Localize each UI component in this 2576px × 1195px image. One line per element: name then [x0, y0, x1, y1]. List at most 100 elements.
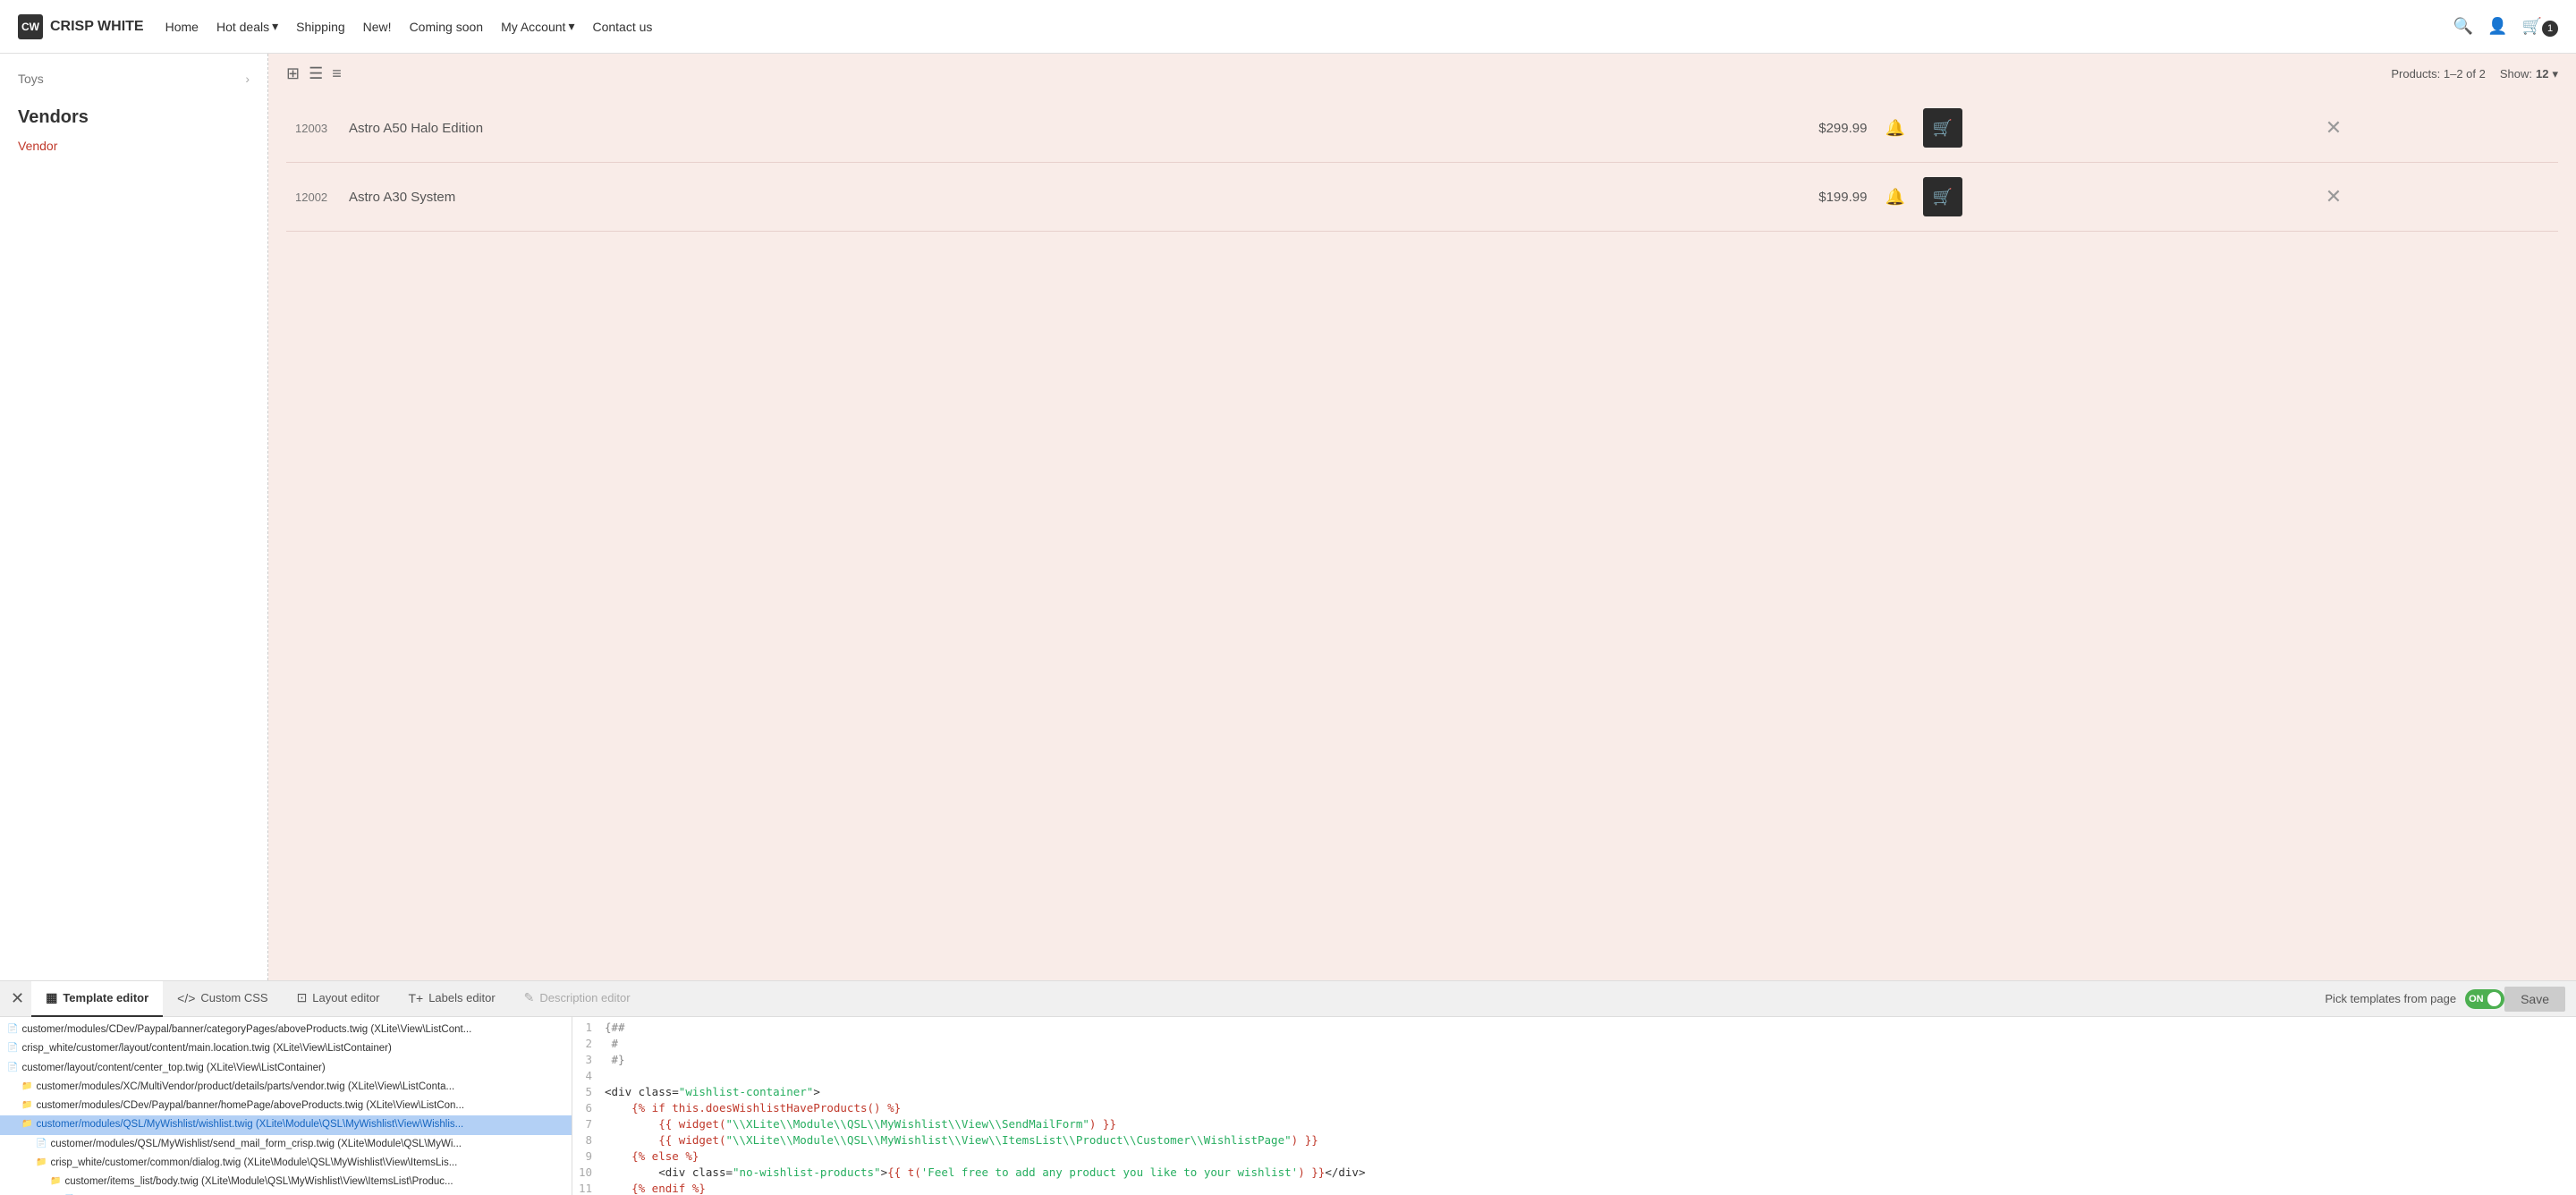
code-area: 1{##2 #3 #}45<div class="wishlist-contai…: [572, 1017, 2576, 1195]
pick-templates-area: Pick templates from page ON: [2325, 989, 2504, 1009]
nav-new[interactable]: New!: [363, 20, 392, 34]
line-number: 9: [572, 1149, 601, 1165]
tree-item[interactable]: 📄crisp_white/customer/layout/content/mai…: [0, 1039, 572, 1058]
code-line: 9 {% else %}: [572, 1149, 2576, 1165]
nav-hotdeals[interactable]: Hot deals ▾: [216, 19, 278, 34]
toggle-on-label: ON: [2469, 994, 2484, 1004]
tab-description-editor[interactable]: ✎ Description editor: [510, 981, 645, 1017]
nav-coming-soon[interactable]: Coming soon: [410, 20, 484, 34]
nav-icons: 🔍 👤 🛒1: [2453, 17, 2558, 37]
remove-product-button[interactable]: ✕: [2326, 185, 2342, 208]
remove-product-button[interactable]: ✕: [2326, 116, 2342, 140]
code-line: 3 #}: [572, 1053, 2576, 1069]
tree-item[interactable]: 📁crisp_white/customer/common/dialog.twig…: [0, 1154, 572, 1173]
product-cart-cell: 🛒: [1914, 163, 2317, 232]
tab-template-editor[interactable]: ▦ Template editor: [31, 981, 163, 1017]
product-price: $199.99: [1410, 163, 1877, 232]
tree-item[interactable]: 📄customer/modules/CDev/Paypal/banner/cat…: [0, 1021, 572, 1039]
logo-text: CRISP WHITE: [50, 19, 144, 35]
product-bell: 🔔: [1876, 163, 1913, 232]
product-row: 12002 Astro A30 System $199.99 🔔 🛒 ✕: [286, 163, 2558, 232]
list-view-button[interactable]: ☰: [309, 64, 323, 83]
tab-custom-css[interactable]: </> Custom CSS: [163, 981, 282, 1017]
product-price: $299.99: [1410, 94, 1877, 163]
product-remove-cell: ✕: [2317, 94, 2558, 163]
code-line: 6 {% if this.doesWishlistHaveProducts() …: [572, 1101, 2576, 1117]
save-button[interactable]: Save: [2504, 987, 2565, 1012]
menu-view-button[interactable]: ≡: [332, 64, 342, 83]
account-button[interactable]: 👤: [2487, 17, 2507, 36]
nav-contact-us[interactable]: Contact us: [592, 20, 652, 34]
nav-shipping[interactable]: Shipping: [296, 20, 345, 34]
line-content: {% if this.doesWishlistHaveProducts() %}: [601, 1101, 2576, 1117]
line-number: 1: [572, 1021, 601, 1037]
code-line: 8 {{ widget("\\XLite\\Module\\QSL\\MyWis…: [572, 1133, 2576, 1149]
toggle-knob: [2487, 992, 2502, 1006]
tree-item[interactable]: 📄customer/layout/content/center_top.twig…: [0, 1059, 572, 1078]
nav-home[interactable]: Home: [165, 20, 199, 34]
product-name: Astro A30 System: [340, 163, 1410, 232]
line-number: 7: [572, 1117, 601, 1133]
product-list-area: ⊞ ☰ ≡ Products: 1–2 of 2 Show: 12 ▾ 1200…: [268, 54, 2576, 980]
folder-icon: 📁: [50, 1174, 61, 1188]
add-to-cart-button[interactable]: 🛒: [1923, 108, 1962, 148]
tree-item[interactable]: 📄customer/pager/body.twig (XLite\View\Pa…: [0, 1191, 572, 1195]
file-icon: 📄: [7, 1041, 18, 1055]
cart-button[interactable]: 🛒1: [2522, 17, 2558, 37]
main-area: Toys › Vendors Vendor ⊞ ☰ ≡ Products: 1–…: [0, 54, 2576, 980]
product-id: 12002: [286, 163, 340, 232]
line-number: 10: [572, 1165, 601, 1182]
folder-icon: 📁: [21, 1080, 32, 1093]
add-to-cart-button[interactable]: 🛒: [1923, 177, 1962, 216]
product-name: Astro A50 Halo Edition: [340, 94, 1410, 163]
chevron-right-icon: ›: [245, 72, 250, 86]
top-nav: CW CRISP WHITE Home Hot deals ▾ Shipping…: [0, 0, 2576, 54]
tab-layout-editor[interactable]: ⊡ Layout editor: [283, 981, 394, 1017]
tree-item[interactable]: 📁customer/modules/CDev/Paypal/banner/hom…: [0, 1097, 572, 1115]
nav-links: Home Hot deals ▾ Shipping New! Coming so…: [165, 19, 2432, 34]
line-number: 4: [572, 1069, 601, 1085]
code-line: 10 <div class="no-wishlist-products">{{ …: [572, 1165, 2576, 1182]
line-content: <div class="no-wishlist-products">{{ t('…: [601, 1165, 2576, 1182]
folder-icon: 📁: [21, 1098, 32, 1112]
search-button[interactable]: 🔍: [2453, 17, 2473, 36]
logo-icon: CW: [18, 14, 43, 39]
folder-icon: 📁: [21, 1117, 32, 1131]
editor-tabs: ✕ ▦ Template editor </> Custom CSS ⊡ Lay…: [0, 981, 2576, 1017]
line-number: 2: [572, 1037, 601, 1053]
sidebar-vendor-link[interactable]: Vendor: [18, 139, 57, 153]
product-cart-cell: 🛒: [1914, 94, 2317, 163]
tree-item[interactable]: 📄customer/modules/QSL/MyWishlist/send_ma…: [0, 1135, 572, 1154]
sidebar-back-label: Toys: [18, 72, 44, 86]
labels-editor-icon: T+: [408, 991, 423, 1005]
code-line: 7 {{ widget("\\XLite\\Module\\QSL\\MyWis…: [572, 1117, 2576, 1133]
nav-my-account[interactable]: My Account ▾: [501, 19, 574, 34]
sidebar-vendors-title: Vendors: [18, 107, 250, 128]
grid-view-button[interactable]: ⊞: [286, 64, 300, 83]
code-line: 5<div class="wishlist-container">: [572, 1085, 2576, 1101]
pick-templates-toggle[interactable]: ON: [2465, 989, 2504, 1009]
file-tree: 📄customer/modules/CDev/Paypal/banner/cat…: [0, 1017, 572, 1195]
line-number: 8: [572, 1133, 601, 1149]
tab-labels-editor[interactable]: T+ Labels editor: [394, 981, 509, 1017]
line-content: {% else %}: [601, 1149, 2576, 1165]
file-icon: 📄: [36, 1137, 47, 1150]
line-number: 6: [572, 1101, 601, 1117]
code-line: 4: [572, 1069, 2576, 1085]
editor-panel: ✕ ▦ Template editor </> Custom CSS ⊡ Lay…: [0, 980, 2576, 1195]
custom-css-icon: </>: [177, 991, 195, 1005]
folder-icon: 📁: [36, 1156, 47, 1169]
tree-item[interactable]: 📁customer/items_list/body.twig (XLite\Mo…: [0, 1173, 572, 1191]
product-list-toolbar: ⊞ ☰ ≡ Products: 1–2 of 2 Show: 12 ▾: [286, 64, 2558, 83]
line-content: {{ widget("\\XLite\\Module\\QSL\\MyWishl…: [601, 1133, 2576, 1149]
show-select[interactable]: Show: 12 ▾: [2500, 67, 2558, 81]
tree-item[interactable]: 📁customer/modules/QSL/MyWishlist/wishlis…: [0, 1115, 572, 1134]
line-content: {{ widget("\\XLite\\Module\\QSL\\MyWishl…: [601, 1117, 2576, 1133]
cart-badge: 1: [2542, 21, 2558, 37]
product-row: 12003 Astro A50 Halo Edition $299.99 🔔 🛒…: [286, 94, 2558, 163]
editor-close-button[interactable]: ✕: [11, 989, 24, 1008]
view-icons: ⊞ ☰ ≡: [286, 64, 342, 83]
tree-item[interactable]: 📁customer/modules/XC/MultiVendor/product…: [0, 1078, 572, 1097]
sidebar-toys-link: Toys ›: [18, 72, 250, 86]
logo-link[interactable]: CW CRISP WHITE: [18, 14, 144, 39]
